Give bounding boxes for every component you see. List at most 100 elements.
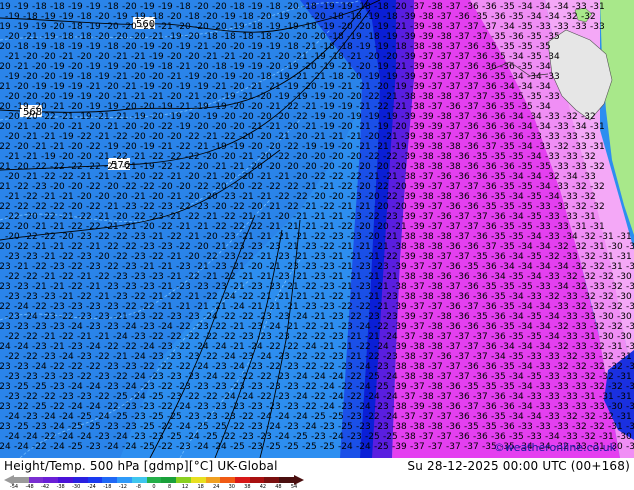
- temperature-value: -21: [95, 152, 110, 162]
- temperature-value: -22: [50, 162, 65, 172]
- temperature-value: -32: [581, 12, 596, 22]
- temperature-value: -23: [302, 242, 317, 252]
- temperature-value: -20: [302, 82, 317, 92]
- temperature-value: -37: [455, 132, 470, 142]
- temperature-value: -21: [185, 232, 200, 242]
- temperature-value: -24: [383, 392, 398, 402]
- temperature-value: -22: [122, 182, 137, 192]
- temperature-value: -24: [14, 342, 29, 352]
- temperature-value: -38: [428, 382, 443, 392]
- scale-swatch: [205, 477, 221, 483]
- temperature-value: -20: [284, 162, 299, 172]
- temperature-value: -22: [329, 292, 344, 302]
- temperature-value: -21: [248, 302, 263, 312]
- temperature-value: -37: [455, 352, 470, 362]
- temperature-value: -21: [320, 222, 335, 232]
- temperature-value: -33: [563, 192, 578, 202]
- temperature-value: -21: [338, 342, 353, 352]
- temperature-value: -22: [158, 422, 173, 432]
- temperature-value: -33: [554, 222, 569, 232]
- temperature-value: -35: [500, 182, 515, 192]
- temperature-value: -23: [14, 362, 29, 372]
- temperature-value: -19: [86, 62, 101, 72]
- temperature-value: -32: [572, 362, 587, 372]
- temperature-value: -21: [86, 242, 101, 252]
- temperature-value: -31: [599, 232, 614, 242]
- temperature-value: -21: [95, 332, 110, 342]
- temperature-value: -20: [338, 22, 353, 32]
- temperature-value: -23: [140, 282, 155, 292]
- temperature-value: -24: [212, 442, 227, 452]
- temperature-value: -20: [347, 92, 362, 102]
- temperature-value: -20: [5, 112, 20, 122]
- temperature-value: -23: [284, 422, 299, 432]
- temperature-value: -21: [194, 142, 209, 152]
- temperature-value: -35: [500, 322, 515, 332]
- temperature-value: -24: [68, 382, 83, 392]
- temperature-value: -19: [392, 82, 407, 92]
- temperature-value: -19: [221, 92, 236, 102]
- temperature-value: -21: [248, 122, 263, 132]
- temperature-value: -21: [23, 32, 38, 42]
- temperature-value: -21: [185, 92, 200, 102]
- temperature-value: -33: [518, 422, 533, 432]
- temperature-value: -24: [212, 342, 227, 352]
- temperature-value: -25: [167, 412, 182, 422]
- temperature-value: -20: [293, 172, 308, 182]
- temperature-value: -22: [320, 242, 335, 252]
- temperature-value: -19: [194, 82, 209, 92]
- temperature-value: -20: [158, 82, 173, 92]
- temperature-value: -24: [140, 342, 155, 352]
- temperature-value: -23: [0, 402, 11, 412]
- temperature-value: -20: [248, 142, 263, 152]
- temperature-value: -20: [356, 162, 371, 172]
- temperature-value: -35: [482, 42, 497, 52]
- temperature-value: -34: [500, 82, 515, 92]
- temperature-value: -21: [356, 82, 371, 92]
- temperature-value: -19: [68, 42, 83, 52]
- temperature-value: -22: [275, 192, 290, 202]
- temperature-value: -23: [149, 432, 164, 442]
- temperature-value: -34: [509, 72, 524, 82]
- temperature-value: -33: [572, 162, 587, 172]
- temperature-value: -18: [239, 32, 254, 42]
- temperature-value: -31: [581, 392, 596, 402]
- temperature-value: -34: [491, 352, 506, 362]
- temperature-value: -21: [212, 242, 227, 252]
- temperature-value: -22: [185, 132, 200, 142]
- temperature-value: -32: [581, 192, 596, 202]
- temperature-value: -22: [338, 222, 353, 232]
- temperature-value: -32: [599, 352, 614, 362]
- temperature-value: -21: [23, 172, 38, 182]
- temperature-value: -31: [617, 232, 632, 242]
- temperature-value: -22: [230, 422, 245, 432]
- temperature-value: -21: [194, 222, 209, 232]
- temperature-value: -33: [554, 422, 569, 432]
- scale-swatch: [131, 477, 147, 483]
- temperature-value: -20: [383, 52, 398, 62]
- temperature-value: -21: [293, 72, 308, 82]
- temperature-value: -36: [464, 242, 479, 252]
- temperature-value: -38: [428, 282, 443, 292]
- temperature-value: -24: [86, 342, 101, 352]
- temperature-value: -20: [176, 182, 191, 192]
- temperature-value: -21: [275, 292, 290, 302]
- temperature-value: -31: [617, 392, 632, 402]
- temperature-value: -21: [32, 142, 47, 152]
- temperature-value: -18: [284, 42, 299, 52]
- temperature-value: -19: [320, 2, 335, 12]
- temperature-value: -19: [293, 92, 308, 102]
- temperature-value: -25: [149, 412, 164, 422]
- temperature-value: -20: [113, 212, 128, 222]
- temperature-value: -22: [113, 152, 128, 162]
- temperature-value: -25: [203, 432, 218, 442]
- temperature-value: -20: [329, 192, 344, 202]
- temperature-value: -35: [464, 422, 479, 432]
- temperature-value: -21: [95, 172, 110, 182]
- temperature-value: -20: [194, 2, 209, 12]
- temperature-value: -38: [419, 152, 434, 162]
- temperature-value: -21: [239, 92, 254, 102]
- temperature-value: -36: [491, 332, 506, 342]
- temperature-value: -20: [374, 222, 389, 232]
- temperature-value: -36: [446, 242, 461, 252]
